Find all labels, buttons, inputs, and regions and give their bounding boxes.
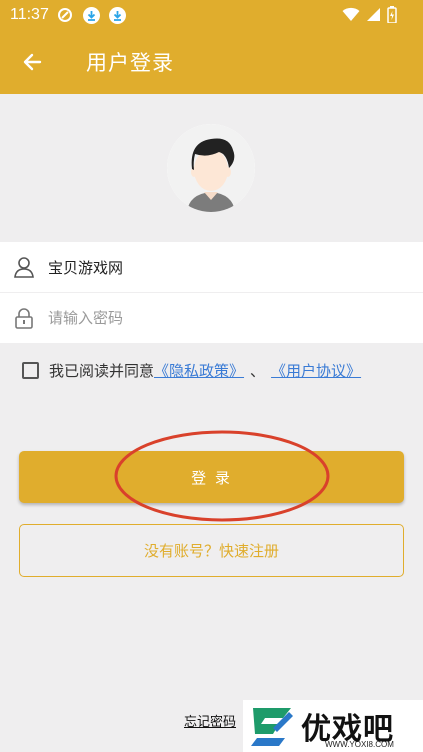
user-avatar-icon bbox=[167, 124, 255, 212]
username-field[interactable] bbox=[0, 242, 423, 292]
agreement-prefix: 我已阅读并同意 bbox=[49, 362, 155, 380]
status-right-icons bbox=[342, 6, 397, 27]
back-button[interactable] bbox=[0, 30, 64, 94]
download-icon bbox=[82, 6, 100, 24]
login-button[interactable]: 登 录 bbox=[19, 451, 404, 503]
forgot-password-link[interactable]: 忘记密码 bbox=[184, 711, 236, 730]
wifi-icon bbox=[342, 7, 360, 26]
privacy-policy-link[interactable]: 《隐私政策》 bbox=[154, 360, 244, 381]
watermark-logo: 优戏吧 WWW.YOXI8.COM bbox=[243, 700, 423, 752]
agreement-row: 我已阅读并同意 《隐私政策》 、 《用户协议》 bbox=[22, 360, 361, 381]
arrow-left-icon bbox=[23, 53, 42, 71]
page-title: 用户登录 bbox=[86, 51, 174, 75]
user-agreement-link[interactable]: 《用户协议》 bbox=[271, 360, 361, 381]
status-time: 11:37 bbox=[10, 6, 49, 23]
register-button[interactable]: 没有账号？快速注册 bbox=[19, 524, 404, 577]
user-icon bbox=[0, 242, 48, 292]
download-icon bbox=[108, 6, 126, 24]
watermark-url: WWW.YOXI8.COM bbox=[325, 740, 394, 749]
agreement-separator: 、 bbox=[250, 362, 266, 380]
tencent-icon bbox=[57, 7, 73, 23]
signal-icon bbox=[366, 7, 381, 26]
username-input[interactable] bbox=[48, 247, 388, 287]
agreement-checkbox[interactable] bbox=[22, 362, 39, 379]
battery-icon bbox=[387, 6, 397, 27]
status-bar: 11:37 bbox=[0, 0, 423, 30]
lock-icon bbox=[0, 293, 48, 343]
app-bar: 用户登录 bbox=[0, 30, 423, 94]
password-field[interactable] bbox=[0, 293, 423, 343]
password-input[interactable] bbox=[48, 298, 388, 338]
